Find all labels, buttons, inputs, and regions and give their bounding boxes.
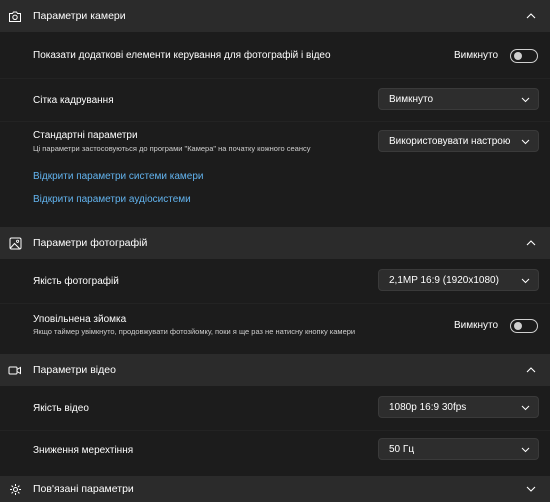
- default-settings-dropdown[interactable]: Використовувати настрою: [378, 130, 539, 152]
- flicker-dropdown[interactable]: 50 Гц: [378, 438, 539, 460]
- related-settings-title: Пов'язані параметри: [33, 483, 134, 495]
- open-audio-settings-link[interactable]: Відкрити параметри аудіосистеми: [33, 194, 191, 205]
- default-settings-label: Стандартні параметри: [33, 130, 138, 141]
- default-settings-description: Ці параметри застосовуються до програми …: [33, 144, 311, 153]
- show-controls-row: Показати додаткові елементи керування дл…: [0, 32, 550, 78]
- video-quality-dropdown[interactable]: 1080p 16:9 30fps: [378, 396, 539, 418]
- related-settings-header[interactable]: Пов'язані параметри: [0, 476, 550, 502]
- show-controls-label: Показати додаткові елементи керування дл…: [33, 50, 331, 61]
- chevron-up-icon[interactable]: [526, 238, 536, 248]
- gear-icon: [8, 482, 22, 496]
- show-controls-state: Вимкнуто: [454, 50, 499, 61]
- burst-row: Уповільнена зйомка Якщо таймер увімкнуто…: [0, 304, 550, 348]
- camera-icon: [8, 9, 22, 23]
- toggle-knob: [514, 322, 522, 330]
- photo-settings-header[interactable]: Параметри фотографій: [0, 227, 550, 259]
- flicker-label: Зниження мерехтіння: [33, 445, 134, 456]
- video-settings-title: Параметри відео: [33, 364, 116, 376]
- default-settings-row: Стандартні параметри Ці параметри застос…: [0, 122, 550, 162]
- burst-description: Якщо таймер увімкнуто, продовжувати фото…: [33, 327, 356, 336]
- chevron-down-icon: [521, 139, 530, 145]
- grid-label: Сітка кадрування: [33, 95, 114, 106]
- chevron-down-icon: [521, 447, 530, 453]
- chevron-up-icon[interactable]: [526, 11, 536, 21]
- camera-settings-title: Параметри камери: [33, 10, 126, 22]
- burst-state: Вимкнуто: [454, 320, 499, 331]
- burst-toggle[interactable]: [510, 319, 538, 333]
- chevron-down-icon: [521, 405, 530, 411]
- camera-settings-header[interactable]: Параметри камери: [0, 0, 550, 32]
- video-icon: [8, 363, 22, 377]
- chevron-down-icon: [521, 278, 530, 284]
- chevron-down-icon: [521, 97, 530, 103]
- toggle-knob: [514, 52, 522, 60]
- photo-quality-row: Якість фотографій 2,1MP 16:9 (1920x1080): [0, 259, 550, 303]
- video-quality-label: Якість відео: [33, 403, 89, 414]
- photo-icon: [8, 236, 22, 250]
- photo-quality-label: Якість фотографій: [33, 276, 119, 287]
- grid-value: Вимкнуто: [389, 94, 434, 105]
- grid-row: Сітка кадрування Вимкнуто: [0, 79, 550, 121]
- flicker-row: Зниження мерехтіння 50 Гц: [0, 431, 550, 471]
- photo-quality-dropdown[interactable]: 2,1MP 16:9 (1920x1080): [378, 269, 539, 291]
- grid-dropdown[interactable]: Вимкнуто: [378, 88, 539, 110]
- video-settings-header[interactable]: Параметри відео: [0, 354, 550, 386]
- burst-label: Уповільнена зйомка: [33, 314, 127, 325]
- default-settings-value: Використовувати настрою: [389, 136, 511, 147]
- chevron-down-icon[interactable]: [526, 484, 536, 494]
- photo-settings-title: Параметри фотографій: [33, 237, 148, 249]
- open-camera-system-settings-link[interactable]: Відкрити параметри системи камери: [33, 171, 204, 182]
- show-controls-toggle[interactable]: [510, 49, 538, 63]
- flicker-value: 50 Гц: [389, 444, 415, 455]
- video-quality-value: 1080p 16:9 30fps: [389, 402, 467, 413]
- video-quality-row: Якість відео 1080p 16:9 30fps: [0, 386, 550, 430]
- photo-quality-value: 2,1MP 16:9 (1920x1080): [389, 275, 499, 286]
- chevron-up-icon[interactable]: [526, 365, 536, 375]
